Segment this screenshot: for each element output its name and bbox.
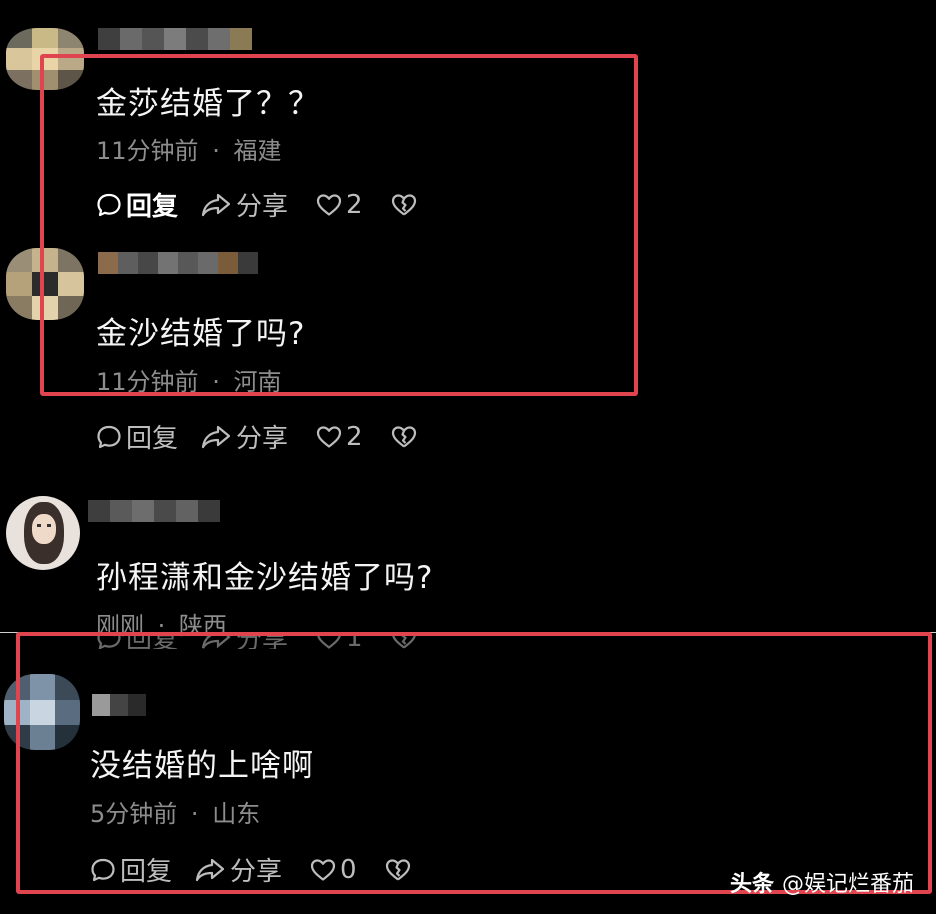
comment-actions: 回复 分享 2 xyxy=(96,418,417,455)
reply-button[interactable]: 回复 xyxy=(96,418,178,455)
watermark-brand: 头条 xyxy=(729,872,774,897)
watermark: 头条 @娱记烂番茄 xyxy=(730,866,914,898)
highlight-box xyxy=(16,632,932,894)
share-label: 分享 xyxy=(236,424,289,454)
comment-bubble-icon xyxy=(97,425,121,448)
heart-icon xyxy=(316,425,342,448)
avatar[interactable] xyxy=(6,496,80,570)
username-blurred[interactable] xyxy=(88,500,220,522)
share-arrow-icon xyxy=(201,425,231,448)
watermark-account: @娱记烂番茄 xyxy=(781,872,914,897)
reply-label: 回复 xyxy=(126,424,179,454)
share-button[interactable]: 分享 xyxy=(200,418,288,455)
highlight-box xyxy=(40,54,638,396)
broken-heart-icon xyxy=(391,425,416,447)
comment-text: 孙程潇和金沙结婚了吗? xyxy=(96,560,434,596)
like-count: 2 xyxy=(346,421,363,452)
dislike-button[interactable] xyxy=(391,425,417,449)
username-blurred[interactable] xyxy=(98,28,252,50)
like-button[interactable]: 2 xyxy=(316,422,363,452)
